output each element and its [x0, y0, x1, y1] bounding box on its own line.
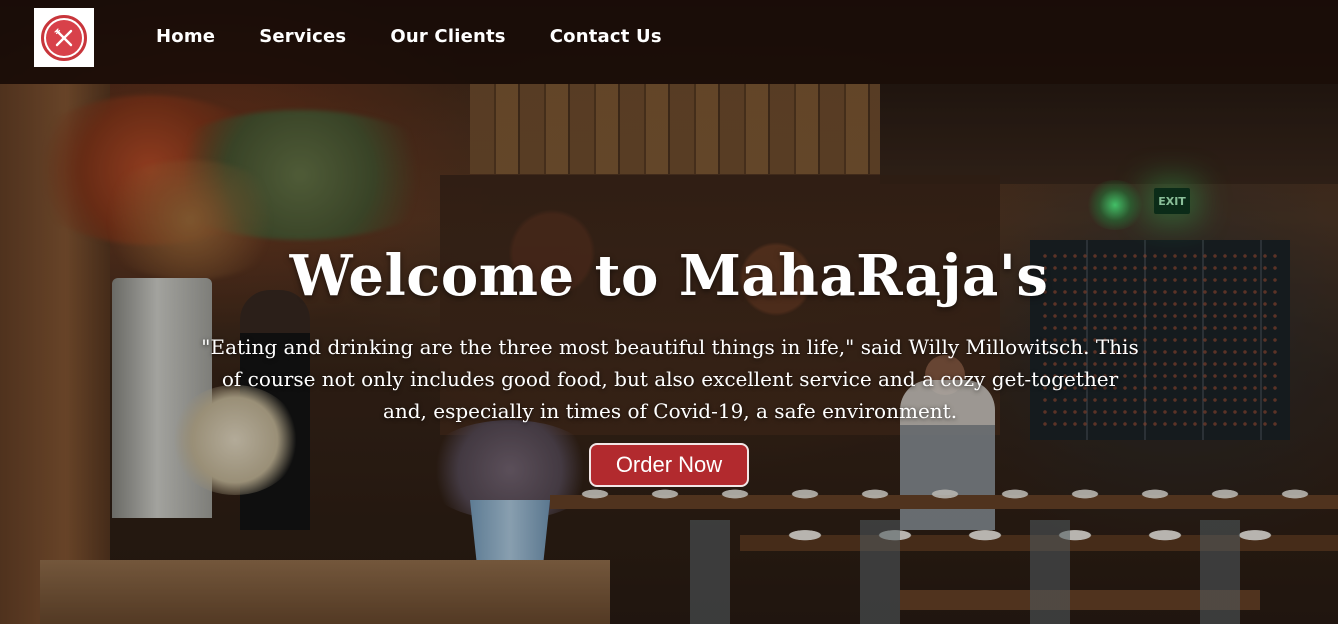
- hero-quote: "Eating and drinking are the three most …: [201, 335, 1139, 423]
- order-now-button[interactable]: Order Now: [589, 443, 749, 487]
- hero-section: Welcome to MahaRaja's "Eating and drinki…: [0, 0, 1338, 624]
- hero-title: Welcome to MahaRaja's: [289, 243, 1049, 309]
